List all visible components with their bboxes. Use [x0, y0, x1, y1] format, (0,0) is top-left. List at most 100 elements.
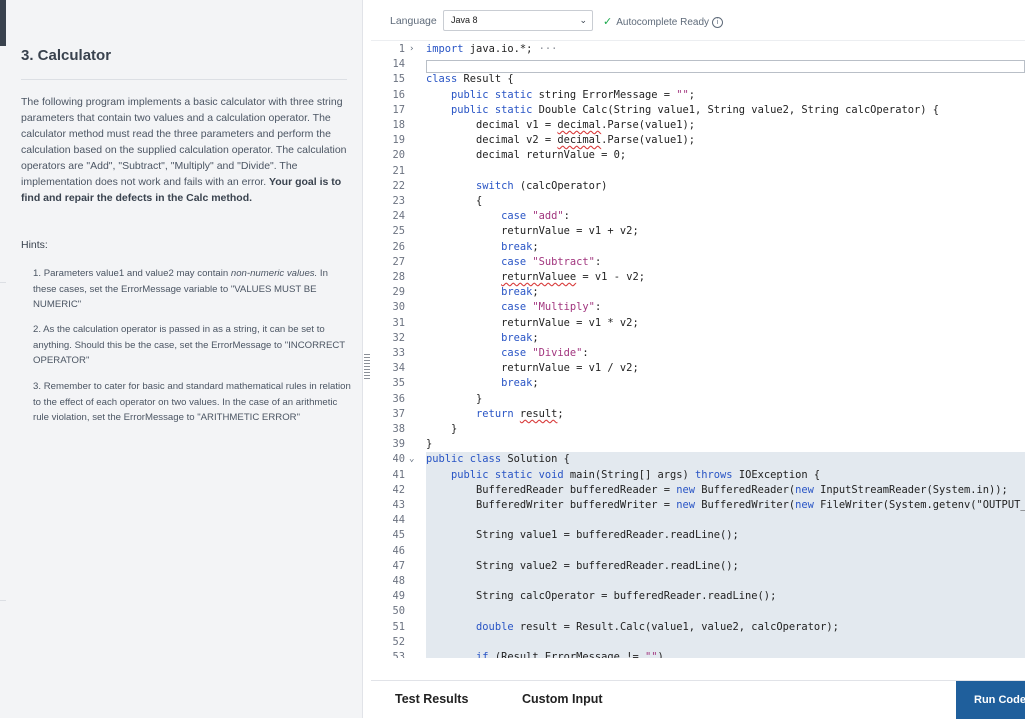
hint-number: 3.	[33, 381, 42, 392]
code-line[interactable]: 25 returnValue = v1 + v2;	[371, 224, 1025, 239]
code-line[interactable]: 47 String value2 = bufferedReader.readLi…	[371, 558, 1025, 575]
code-line[interactable]: 53 if (Result.ErrorMessage != "")	[371, 650, 1025, 658]
line-number: 40	[392, 453, 405, 466]
code-line[interactable]: 48	[371, 574, 1025, 590]
editor-toolbar: Language Java 8 ⌄ ✓ Autocomplete Ready i	[371, 0, 1025, 40]
code-text: if (Result.ErrorMessage != "")	[476, 651, 664, 658]
code-line[interactable]: 52	[371, 634, 1025, 651]
code-text: BufferedWriter bufferedWriter = new Buff…	[426, 499, 1025, 511]
code-text: returnValue = v1 * v2;	[426, 316, 639, 329]
code-line[interactable]: 40 ⌄ public class Solution {	[371, 452, 1025, 468]
code-line[interactable]: 27 case "Subtract":	[371, 255, 1025, 270]
line-number: 44	[392, 514, 405, 527]
code-text: returnValuee = v1 - v2;	[501, 271, 645, 283]
fold-expand-icon[interactable]: ›	[409, 42, 421, 57]
panel-resize-handle[interactable]	[364, 354, 370, 380]
code-line[interactable]: 33 case "Divide":	[371, 346, 1025, 361]
hint-item: 1. Parameters value1 and value2 may cont…	[33, 266, 351, 313]
hints-heading: Hints:	[21, 239, 48, 251]
language-select[interactable]: Java 8 ⌄	[443, 10, 593, 31]
hint-text: Remember to cater for basic and standard…	[33, 381, 351, 423]
line-number: 39	[392, 438, 405, 451]
code-line[interactable]: 32 break;	[371, 331, 1025, 346]
line-number: 35	[392, 377, 405, 390]
code-line[interactable]: 17 public static Double Calc(String valu…	[371, 103, 1025, 118]
line-number: 36	[392, 392, 405, 405]
code-text: {	[426, 195, 483, 207]
line-number: 31	[392, 316, 405, 329]
code-line[interactable]: 51 double result = Result.Calc(value1, v…	[371, 619, 1025, 635]
code-line[interactable]: 34 returnValue = v1 / v2;	[371, 361, 1025, 376]
code-line[interactable]: 28 returnValuee = v1 - v2;	[371, 270, 1025, 285]
line-number: 53	[392, 651, 405, 658]
code-line[interactable]: 36 }	[371, 392, 1025, 407]
code-text: decimal v2 = decimal.Parse(value1);	[426, 134, 696, 147]
code-line[interactable]: 19 decimal v2 = decimal.Parse(value1);	[371, 133, 1025, 148]
code-line[interactable]: 30 case "Multiply":	[371, 300, 1025, 315]
hint-text: As the calculation operator is passed in…	[33, 324, 345, 366]
autocomplete-label: Autocomplete Ready	[616, 17, 710, 28]
code-line[interactable]: 43 BufferedWriter bufferedWriter = new B…	[371, 498, 1025, 514]
code-line[interactable]: 29 break;	[371, 285, 1025, 300]
code-line[interactable]: 15 class Result {	[371, 72, 1025, 87]
description-text: The following program implements a basic…	[21, 96, 347, 188]
line-number: 29	[392, 286, 405, 299]
line-number: 28	[392, 271, 405, 283]
code-line[interactable]: 50	[371, 604, 1025, 620]
code-line[interactable]: 18 decimal v1 = decimal.Parse(value1);	[371, 118, 1025, 133]
code-text: BufferedReader bufferedReader = new Buff…	[426, 483, 1008, 496]
code-line[interactable]: 46	[371, 543, 1025, 559]
code-line[interactable]: 22 switch (calcOperator)	[371, 179, 1025, 194]
code-line[interactable]: 38 }	[371, 422, 1025, 437]
code-line[interactable]: 37 return result;	[371, 407, 1025, 422]
code-line[interactable]: 16 public static string ErrorMessage = "…	[371, 88, 1025, 103]
code-line[interactable]: 35 break;	[371, 376, 1025, 391]
line-number: 37	[392, 407, 405, 420]
line-number: 17	[392, 103, 405, 116]
code-line[interactable]: 20 decimal returnValue = 0;	[371, 148, 1025, 163]
line-number: 19	[392, 134, 405, 147]
line-number: 49	[392, 590, 405, 603]
code-line[interactable]: 23 {	[371, 194, 1025, 209]
check-circle-icon: ✓	[603, 16, 613, 28]
code-line[interactable]: 49 String calcOperator = bufferedReader.…	[371, 589, 1025, 605]
line-number: 25	[392, 225, 405, 238]
line-number: 18	[392, 119, 405, 131]
code-text: import java.io.*; ···	[426, 43, 558, 55]
code-line[interactable]: 26 break;	[371, 240, 1025, 255]
line-number: 26	[392, 240, 405, 253]
line-number: 33	[392, 347, 405, 359]
active-section-indicator	[0, 0, 6, 46]
code-line[interactable]: 42 BufferedReader bufferedReader = new B…	[371, 482, 1025, 499]
code-line[interactable]: 14	[371, 57, 1025, 72]
line-number: 23	[392, 195, 405, 207]
code-text: case "Multiply":	[501, 301, 602, 314]
bottom-bar: Test Results Custom Input Run Code	[371, 680, 1025, 719]
code-text: break;	[501, 240, 539, 253]
hint-number: 2.	[33, 324, 42, 335]
line-number: 45	[392, 529, 405, 542]
code-text: public static void main(String[] args) t…	[451, 468, 821, 481]
code-text: break;	[501, 286, 539, 299]
line-number: 21	[392, 164, 405, 177]
code-editor[interactable]: 1 › import java.io.*; ··· 14 15 class Result …	[371, 40, 1025, 658]
code-line[interactable]: 24 case "add":	[371, 209, 1025, 224]
code-line[interactable]: 44	[371, 513, 1025, 529]
code-line[interactable]: 45 String value1 = bufferedReader.readLi…	[371, 528, 1025, 544]
line-number: 27	[392, 255, 405, 268]
hint-emphasis: non-numeric values.	[230, 268, 318, 279]
tab-test-results[interactable]: Test Results	[395, 692, 468, 706]
code-line[interactable]: 1 › import java.io.*; ···	[371, 42, 1025, 57]
code-line[interactable]: 21	[371, 164, 1025, 179]
run-code-button[interactable]: Run Code	[956, 681, 1025, 719]
fold-collapse-icon[interactable]: ⌄	[409, 452, 421, 467]
code-text: String calcOperator = bufferedReader.rea…	[426, 590, 777, 603]
info-icon[interactable]: i	[712, 16, 724, 28]
code-line[interactable]: 31 returnValue = v1 * v2;	[371, 316, 1025, 331]
language-value: Java 8	[451, 15, 478, 25]
tab-custom-input[interactable]: Custom Input	[522, 692, 603, 706]
code-text: case "Subtract":	[501, 255, 602, 268]
code-line[interactable]: 39}	[371, 437, 1025, 452]
code-line[interactable]: 41 public static void main(String[] args…	[371, 467, 1025, 483]
code-text: break;	[501, 377, 539, 390]
